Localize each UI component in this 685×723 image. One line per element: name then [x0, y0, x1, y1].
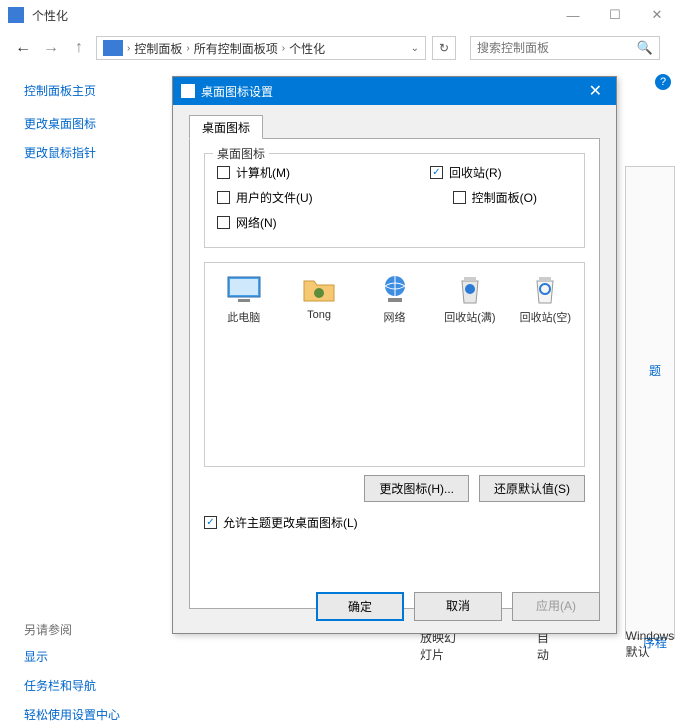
close-button[interactable]: ✕: [637, 3, 677, 27]
see-also-label: 另请参阅: [24, 621, 160, 638]
search-icon[interactable]: 🔍: [637, 40, 653, 56]
see-also-ease-of-access[interactable]: 轻松使用设置中心: [24, 706, 160, 723]
icon-item-this-pc[interactable]: 此电脑: [215, 273, 272, 325]
dialog-icon: [181, 84, 195, 98]
back-button[interactable]: ←: [12, 37, 34, 59]
breadcrumb-item[interactable]: 所有控制面板项: [194, 40, 278, 57]
computer-icon: [226, 273, 262, 305]
breadcrumb-item[interactable]: 控制面板: [134, 40, 182, 57]
checkbox-computer[interactable]: 计算机(M): [217, 164, 290, 181]
group-legend: 桌面图标: [213, 145, 269, 162]
checkbox-network[interactable]: 网络(N): [217, 214, 277, 231]
maximize-button[interactable]: ☐: [595, 3, 635, 27]
sidebar-home[interactable]: 控制面板主页: [24, 82, 160, 99]
address-icon: [103, 40, 123, 56]
help-icon[interactable]: ?: [655, 74, 671, 90]
dialog-close-button[interactable]: ✕: [583, 81, 608, 101]
tab-desktop-icons[interactable]: 桌面图标: [189, 115, 263, 139]
icon-item-recycle-empty[interactable]: 回收站(空): [517, 273, 574, 325]
globe-icon: [377, 273, 413, 305]
bg-text: 题: [649, 362, 661, 379]
window-title: 个性化: [32, 7, 553, 24]
cancel-button[interactable]: 取消: [414, 592, 502, 621]
chevron-down-icon[interactable]: ⌄: [411, 43, 419, 54]
bg-label: 放映幻灯片: [420, 629, 467, 663]
recycle-bin-empty-icon: [527, 273, 563, 305]
breadcrumb-item[interactable]: 个性化: [289, 40, 325, 57]
see-also-taskbar[interactable]: 任务栏和导航: [24, 677, 160, 694]
search-box[interactable]: 🔍: [470, 36, 660, 60]
change-icon-button[interactable]: 更改图标(H)...: [364, 475, 469, 502]
icon-preview-list[interactable]: 此电脑 Tong 网络: [204, 262, 585, 467]
checkbox-user-files[interactable]: 用户的文件(U): [217, 189, 313, 206]
icon-item-recycle-full[interactable]: 回收站(满): [441, 273, 498, 325]
minimize-button[interactable]: —: [553, 3, 593, 27]
icon-item-user-folder[interactable]: Tong: [290, 273, 347, 321]
folder-icon: [301, 273, 337, 305]
checkbox-control-panel[interactable]: 控制面板(O): [453, 189, 537, 206]
dialog-title: 桌面图标设置: [201, 83, 273, 100]
refresh-button[interactable]: ↻: [432, 36, 456, 60]
bg-label: Windows 默认: [626, 629, 685, 663]
ok-button[interactable]: 确定: [316, 592, 404, 621]
sidebar-link-change-desktop-icon[interactable]: 更改桌面图标: [24, 115, 160, 132]
restore-defaults-button[interactable]: 还原默认值(S): [479, 475, 585, 502]
bg-label: 自动: [537, 629, 556, 663]
search-input[interactable]: [477, 41, 637, 55]
desktop-icon-settings-dialog: 桌面图标设置 ✕ 桌面图标 桌面图标 计算机(M) ✓ 回收站(R): [172, 76, 617, 634]
app-icon: [8, 7, 24, 23]
checkbox-allow-theme[interactable]: ✓ 允许主题更改桌面图标(L): [204, 514, 585, 531]
breadcrumb[interactable]: › 控制面板 › 所有控制面板项 › 个性化 ⌄: [96, 36, 426, 60]
icon-item-network[interactable]: 网络: [366, 273, 423, 325]
up-button[interactable]: ↑: [68, 37, 90, 59]
background-panel: [625, 166, 675, 639]
sidebar-link-change-mouse-pointer[interactable]: 更改鼠标指针: [24, 144, 160, 161]
apply-button[interactable]: 应用(A): [512, 592, 600, 621]
forward-button[interactable]: →: [40, 37, 62, 59]
checkbox-recycle-bin[interactable]: ✓ 回收站(R): [430, 164, 502, 181]
recycle-bin-full-icon: [452, 273, 488, 305]
see-also-display[interactable]: 显示: [24, 648, 160, 665]
